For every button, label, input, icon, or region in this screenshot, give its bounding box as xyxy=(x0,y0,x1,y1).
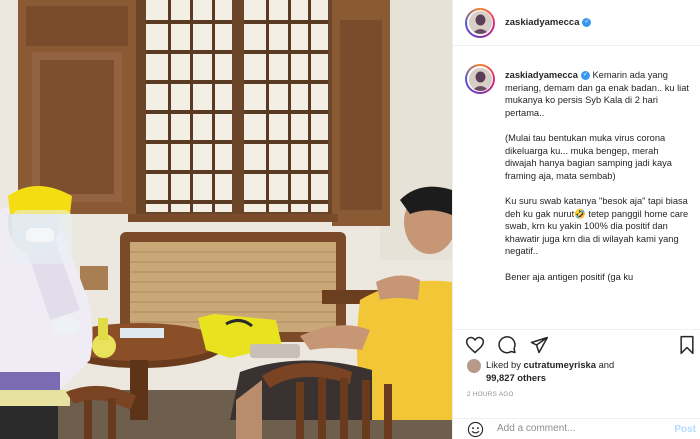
comment-icon[interactable] xyxy=(497,335,517,355)
liker-avatar[interactable] xyxy=(467,359,481,373)
post-actions xyxy=(453,329,700,357)
avatar-image xyxy=(468,11,492,34)
likes-text: Liked by cutratumeyriska and 99,827 othe… xyxy=(486,359,614,384)
add-comment-bar: Post xyxy=(453,418,700,439)
post-photo[interactable] xyxy=(0,0,452,439)
liked-by-and: and xyxy=(598,359,615,370)
verified-badge-icon: ✓ xyxy=(580,71,590,81)
caption-username[interactable]: zaskiadyamecca xyxy=(505,70,578,80)
likes-summary: Liked by cutratumeyriska and 99,827 othe… xyxy=(467,359,614,384)
post-timestamp[interactable]: 2 HOURS AGO xyxy=(467,391,514,398)
instagram-post-view: zaskiadyamecca ✓ zaskiadyamecca ✓ Kemari… xyxy=(0,0,700,439)
avatar-inner xyxy=(467,9,493,36)
caption-text: zaskiadyamecca ✓ Kemarin ada yang meriang… xyxy=(505,69,690,296)
header-username[interactable]: zaskiadyamecca xyxy=(505,17,579,28)
caption-paragraph-4: Bener aja antigen positif (ga ku xyxy=(505,271,634,282)
avatar-photo xyxy=(468,11,492,34)
caption-paragraph-3: Ku suru swab katanya "besok aja" tapi bi… xyxy=(505,195,689,257)
likes-others-count[interactable]: 99,827 others xyxy=(486,372,546,383)
caption-avatar[interactable] xyxy=(465,64,495,94)
post-header: zaskiadyamecca ✓ xyxy=(453,0,700,46)
avatar-image xyxy=(468,67,492,91)
caption-paragraph-2: (Mulai tau bentukan muka virus corona di… xyxy=(505,132,672,181)
comments-section[interactable]: zaskiadyamecca ✓ Kemarin ada yang meriang… xyxy=(453,56,700,320)
caption-paragraph: zaskiadyamecca ✓ Kemarin ada yang meriang… xyxy=(505,69,690,119)
liked-by-user[interactable]: cutratumeyriska xyxy=(524,359,596,370)
avatar-inner xyxy=(467,66,493,92)
avatar-photo xyxy=(468,67,492,91)
profile-avatar[interactable] xyxy=(465,7,495,38)
post-comment-button[interactable]: Post xyxy=(674,424,696,435)
comment-input[interactable] xyxy=(497,423,657,434)
liked-by-prefix: Liked by xyxy=(486,359,521,370)
verified-badge-icon: ✓ xyxy=(582,18,592,27)
emoji-icon[interactable] xyxy=(467,421,484,438)
bookmark-icon[interactable] xyxy=(677,335,697,355)
share-icon[interactable] xyxy=(529,335,549,355)
heart-icon[interactable] xyxy=(465,335,485,355)
post-side-panel: zaskiadyamecca ✓ zaskiadyamecca ✓ Kemari… xyxy=(452,0,700,439)
post-photo-image xyxy=(0,0,452,439)
caption-row: zaskiadyamecca ✓ Kemarin ada yang meriang… xyxy=(465,56,690,296)
